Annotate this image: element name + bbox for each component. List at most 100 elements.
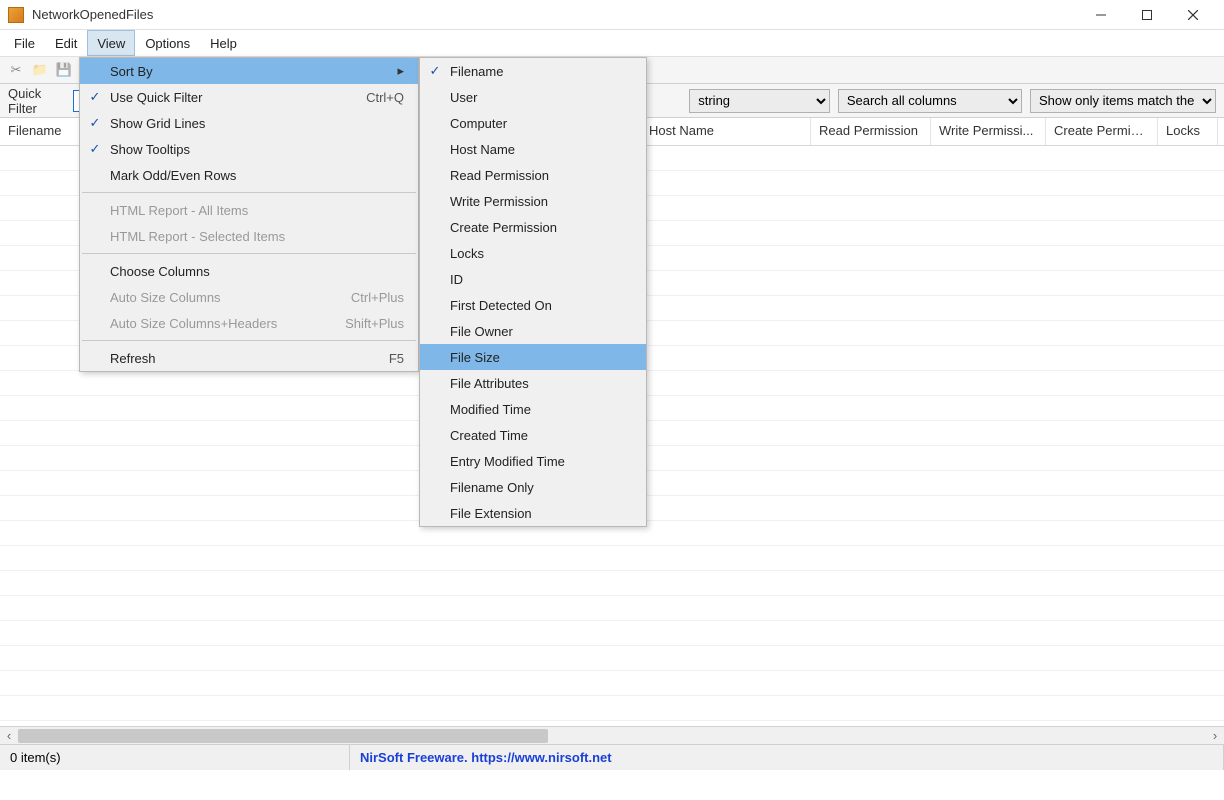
filter-column-select[interactable]: Search all columns xyxy=(838,89,1022,113)
cut-icon[interactable]: ✂ xyxy=(6,60,26,80)
menu-item-html-report-selected-items: HTML Report - Selected Items xyxy=(80,223,418,249)
check-icon: ✓ xyxy=(80,141,110,157)
sort-item-locks[interactable]: Locks xyxy=(420,240,646,266)
sort-item-file-owner[interactable]: File Owner xyxy=(420,318,646,344)
menu-item-refresh[interactable]: RefreshF5 xyxy=(80,345,418,371)
table-row xyxy=(0,671,1224,696)
menu-item-label: Refresh xyxy=(110,351,369,366)
sort-item-host-name[interactable]: Host Name xyxy=(420,136,646,162)
sort-item-create-permission[interactable]: Create Permission xyxy=(420,214,646,240)
status-link[interactable]: NirSoft Freeware. https://www.nirsoft.ne… xyxy=(350,745,1224,770)
close-button[interactable] xyxy=(1170,0,1216,30)
sort-item-read-permission[interactable]: Read Permission xyxy=(420,162,646,188)
menu-item-label: Mark Odd/Even Rows xyxy=(110,168,404,183)
sort-item-user[interactable]: User xyxy=(420,84,646,110)
menu-item-label: HTML Report - Selected Items xyxy=(110,229,404,244)
menu-options[interactable]: Options xyxy=(135,30,200,56)
menu-item-label: Use Quick Filter xyxy=(110,90,346,105)
sort-item-label: File Owner xyxy=(450,324,632,339)
sort-item-label: Filename Only xyxy=(450,480,632,495)
sort-by-submenu: ✓Filename User Computer Host Name Read Permi… xyxy=(419,57,647,527)
title-bar: NetworkOpenedFiles xyxy=(0,0,1224,30)
window-title: NetworkOpenedFiles xyxy=(32,7,153,22)
check-icon: ✓ xyxy=(80,115,110,131)
menu-item-html-report-all-items: HTML Report - All Items xyxy=(80,197,418,223)
sort-item-label: File Size xyxy=(450,350,632,365)
sort-item-modified-time[interactable]: Modified Time xyxy=(420,396,646,422)
menu-bar: File Edit View Options Help xyxy=(0,30,1224,56)
check-icon: ✓ xyxy=(80,89,110,105)
menu-item-accel: Ctrl+Q xyxy=(346,90,404,105)
sort-item-computer[interactable]: Computer xyxy=(420,110,646,136)
sort-item-created-time[interactable]: Created Time xyxy=(420,422,646,448)
scroll-left-icon[interactable]: ‹ xyxy=(0,728,18,743)
menu-item-show-tooltips[interactable]: ✓Show Tooltips xyxy=(80,136,418,162)
sort-item-label: Write Permission xyxy=(450,194,632,209)
sort-item-entry-modified-time[interactable]: Entry Modified Time xyxy=(420,448,646,474)
sort-item-label: Entry Modified Time xyxy=(450,454,632,469)
menu-item-label: HTML Report - All Items xyxy=(110,203,404,218)
table-row xyxy=(0,646,1224,671)
sort-item-first-detected-on[interactable]: First Detected On xyxy=(420,292,646,318)
scroll-right-icon[interactable]: › xyxy=(1206,728,1224,743)
menu-item-use-quick-filter[interactable]: ✓Use Quick FilterCtrl+Q xyxy=(80,84,418,110)
filter-type-select[interactable]: string xyxy=(689,89,830,113)
chevron-right-icon: ▸ xyxy=(397,63,404,79)
table-row xyxy=(0,546,1224,571)
menu-item-label: Auto Size Columns+Headers xyxy=(110,316,325,331)
table-row xyxy=(0,571,1224,596)
sort-item-label: Host Name xyxy=(450,142,632,157)
view-dropdown: Sort By▸✓Use Quick FilterCtrl+Q✓Show Gri… xyxy=(79,57,419,372)
menu-item-label: Show Tooltips xyxy=(110,142,404,157)
check-icon: ✓ xyxy=(420,63,450,79)
menu-item-choose-columns[interactable]: Choose Columns xyxy=(80,258,418,284)
sort-item-file-size[interactable]: File Size xyxy=(420,344,646,370)
menu-view[interactable]: View xyxy=(87,30,135,56)
menu-edit[interactable]: Edit xyxy=(45,30,87,56)
sort-item-filename-only[interactable]: Filename Only xyxy=(420,474,646,500)
maximize-button[interactable] xyxy=(1124,0,1170,30)
horizontal-scrollbar[interactable]: ‹ › xyxy=(0,726,1224,744)
sort-item-file-extension[interactable]: File Extension xyxy=(420,500,646,526)
menu-item-label: Sort By xyxy=(110,64,397,79)
folder-icon[interactable]: 📁 xyxy=(30,60,50,80)
sort-item-write-permission[interactable]: Write Permission xyxy=(420,188,646,214)
sort-item-label: Created Time xyxy=(450,428,632,443)
menu-help[interactable]: Help xyxy=(200,30,247,56)
table-row xyxy=(0,596,1224,621)
sort-item-label: First Detected On xyxy=(450,298,632,313)
menu-item-sort-by[interactable]: Sort By▸ xyxy=(80,58,418,84)
scroll-thumb[interactable] xyxy=(18,729,548,743)
sort-item-id[interactable]: ID xyxy=(420,266,646,292)
col-create-permission[interactable]: Create Permiss... xyxy=(1046,118,1158,145)
sort-item-filename[interactable]: ✓Filename xyxy=(420,58,646,84)
menu-file[interactable]: File xyxy=(4,30,45,56)
app-icon xyxy=(8,7,24,23)
col-locks[interactable]: Locks xyxy=(1158,118,1218,145)
menu-item-mark-odd-even-rows[interactable]: Mark Odd/Even Rows xyxy=(80,162,418,188)
col-read-permission[interactable]: Read Permission xyxy=(811,118,931,145)
menu-item-label: Show Grid Lines xyxy=(110,116,404,131)
table-row xyxy=(0,696,1224,721)
menu-item-show-grid-lines[interactable]: ✓Show Grid Lines xyxy=(80,110,418,136)
sort-item-label: Read Permission xyxy=(450,168,632,183)
col-write-permission[interactable]: Write Permissi... xyxy=(931,118,1046,145)
scroll-track[interactable] xyxy=(18,727,1206,744)
col-hostname[interactable]: Host Name xyxy=(641,118,811,145)
sort-item-label: Computer xyxy=(450,116,632,131)
sort-item-label: Create Permission xyxy=(450,220,632,235)
sort-item-label: File Extension xyxy=(450,506,632,521)
sort-item-file-attributes[interactable]: File Attributes xyxy=(420,370,646,396)
menu-item-label: Choose Columns xyxy=(110,264,404,279)
sort-item-label: User xyxy=(450,90,632,105)
menu-item-auto-size-columns: Auto Size ColumnsCtrl+Plus xyxy=(80,284,418,310)
minimize-button[interactable] xyxy=(1078,0,1124,30)
sort-item-label: Filename xyxy=(450,64,632,79)
menu-item-accel: Shift+Plus xyxy=(325,316,404,331)
filter-mode-select[interactable]: Show only items match the f xyxy=(1030,89,1216,113)
menu-item-accel: F5 xyxy=(369,351,404,366)
save-icon[interactable]: 💾 xyxy=(54,60,74,80)
menu-item-accel: Ctrl+Plus xyxy=(331,290,404,305)
sort-item-label: Locks xyxy=(450,246,632,261)
sort-item-label: File Attributes xyxy=(450,376,632,391)
